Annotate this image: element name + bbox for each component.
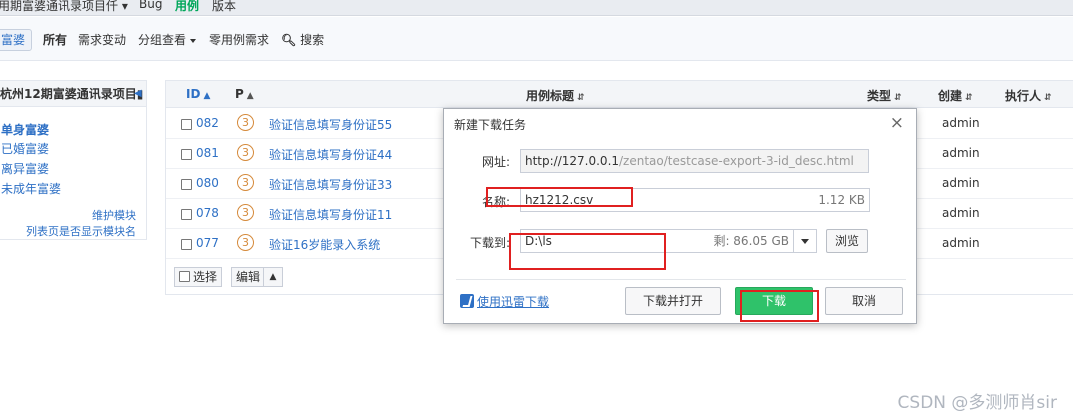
row-id[interactable]: 077 xyxy=(196,236,219,250)
module-tree-panel: 杭州12期富婆通讯录项目▮ ◀ 单身富婆 已婚富婆 离异富婆 未成年富婆 维护模… xyxy=(0,80,147,240)
nav-testcase[interactable]: 用例 xyxy=(175,0,199,14)
browse-button[interactable]: 浏览 xyxy=(826,229,868,253)
row-creator: admin xyxy=(942,176,980,190)
thunder-icon xyxy=(460,294,474,308)
row-checkbox[interactable] xyxy=(181,209,192,220)
sort-icon: ⇵ xyxy=(894,93,902,103)
breadcrumb[interactable]: 富婆 xyxy=(0,29,33,51)
nav-bug[interactable]: Bug xyxy=(139,0,162,11)
select-all-button[interactable]: 选择 xyxy=(174,267,223,287)
col-executor[interactable]: 执行人 ⇵ xyxy=(1005,87,1052,104)
filter-zero-case[interactable]: 零用例需求 xyxy=(209,31,269,48)
download-and-open-button[interactable]: 下载并打开 xyxy=(625,287,721,315)
thunder-label: 使用迅雷下载 xyxy=(477,295,550,309)
module-item-minor[interactable]: 未成年富婆 xyxy=(1,180,61,197)
batch-more-button[interactable]: ▲ xyxy=(263,267,283,287)
priority-badge: 3 xyxy=(237,144,254,161)
close-icon[interactable]: × xyxy=(890,113,904,133)
file-size: 1.12 KB xyxy=(818,193,865,207)
filter-all[interactable]: 所有 xyxy=(43,31,67,48)
row-creator: admin xyxy=(942,116,980,130)
row-creator: admin xyxy=(942,236,980,250)
sort-icon: ⇵ xyxy=(965,93,973,103)
watermark: CSDN @多测师肖sir xyxy=(897,393,1057,413)
select-all-checkbox xyxy=(179,271,190,282)
annotation-box-path xyxy=(509,233,666,270)
thunder-download-link[interactable]: 使用迅雷下载 xyxy=(460,293,549,310)
priority-badge: 3 xyxy=(237,114,254,131)
module-item-divorced[interactable]: 离异富婆 xyxy=(1,160,49,177)
row-id[interactable]: 078 xyxy=(196,206,219,220)
maintain-module-link[interactable]: 维护模块 xyxy=(92,207,136,223)
row-creator: admin xyxy=(942,206,980,220)
col-executor-label: 执行人 xyxy=(1005,89,1042,103)
row-id[interactable]: 081 xyxy=(196,146,219,160)
row-title-link[interactable]: 验证16岁能录入系统 xyxy=(269,236,380,253)
col-title-label: 用例标题 xyxy=(526,89,575,103)
batch-edit-button[interactable]: 编辑 xyxy=(231,267,266,287)
row-id[interactable]: 082 xyxy=(196,116,219,130)
download-dialog: 新建下载任务 × 网址: http://127.0.0.1/zentao/tes… xyxy=(443,108,917,324)
nav-version[interactable]: 版本 xyxy=(212,0,236,14)
sort-icon: ⇵ xyxy=(577,93,585,103)
save-to-label: 下载到: xyxy=(469,236,510,250)
priority-badge: 3 xyxy=(237,174,254,191)
module-item-married[interactable]: 已婚富婆 xyxy=(1,140,49,157)
row-checkbox[interactable] xyxy=(181,239,192,250)
sort-asc-icon: ▲ xyxy=(203,91,211,101)
search-icon: 🔍︎ xyxy=(281,33,297,47)
sub-toolbar: 富婆 所有 需求变动 分组查看 零用例需求 🔍︎ 搜索 xyxy=(0,17,1073,61)
row-creator: admin xyxy=(942,146,980,160)
search-button[interactable]: 🔍︎ 搜索 xyxy=(281,31,324,48)
group-view-dropdown[interactable]: 分组查看 xyxy=(138,31,197,48)
col-id[interactable]: ID ▲ xyxy=(186,87,210,101)
row-checkbox[interactable] xyxy=(181,149,192,160)
priority-badge: 3 xyxy=(237,234,254,251)
col-type[interactable]: 类型 ⇵ xyxy=(867,87,902,104)
col-title[interactable]: 用例标题 ⇵ xyxy=(526,87,585,104)
dialog-title: 新建下载任务 xyxy=(454,118,527,132)
col-priority-label: P xyxy=(235,87,244,101)
free-space: 剩: 86.05 GB xyxy=(713,234,789,248)
dialog-divider xyxy=(456,279,906,280)
select-all-label: 选择 xyxy=(193,270,218,284)
col-creator[interactable]: 创建 ⇵ xyxy=(938,87,973,104)
chevron-down-icon xyxy=(190,38,197,43)
collapse-left-icon[interactable]: ◀ xyxy=(134,88,144,100)
caret-up-icon: ▲ xyxy=(269,272,277,282)
priority-badge: 3 xyxy=(237,204,254,221)
group-view-label: 分组查看 xyxy=(138,33,187,47)
col-id-label: ID xyxy=(186,87,201,101)
top-nav: 用期富婆通讯录项目仟 ▾ Bug 用例 版本 xyxy=(0,0,1073,16)
cancel-button[interactable]: 取消 xyxy=(825,287,903,315)
col-type-label: 类型 xyxy=(867,89,892,103)
module-item-single[interactable]: 单身富婆 xyxy=(1,121,49,138)
search-label: 搜索 xyxy=(300,33,325,47)
row-title-link[interactable]: 验证信息填写身份证11 xyxy=(269,206,392,223)
show-module-name-link[interactable]: 列表页是否显示模块名 xyxy=(26,223,136,239)
url-host: http://127.0.0.1 xyxy=(525,154,620,168)
col-creator-label: 创建 xyxy=(938,89,963,103)
url-field: http://127.0.0.1/zentao/testcase-export-… xyxy=(520,149,869,173)
annotation-box-download xyxy=(740,290,819,322)
annotation-box-name xyxy=(486,187,633,207)
row-title-link[interactable]: 验证信息填写身份证55 xyxy=(269,116,392,133)
row-id[interactable]: 080 xyxy=(196,176,219,190)
sort-icon: ▲︎ xyxy=(246,91,254,101)
filter-demand-change[interactable]: 需求变动 xyxy=(78,31,126,48)
project-switcher[interactable]: 用期富婆通讯录项目仟 ▾ xyxy=(0,0,128,14)
row-title-link[interactable]: 验证信息填写身份证44 xyxy=(269,146,392,163)
row-checkbox[interactable] xyxy=(181,179,192,190)
col-priority[interactable]: P ▲︎ xyxy=(235,87,254,101)
row-checkbox[interactable] xyxy=(181,119,192,130)
row-title-link[interactable]: 验证信息填写身份证33 xyxy=(269,176,392,193)
url-path: /zentao/testcase-export-3-id_desc.html xyxy=(619,154,854,168)
module-tree-title: 杭州12期富婆通讯录项目▮ xyxy=(0,81,146,107)
sort-icon: ⇵ xyxy=(1044,93,1052,103)
table-header: ID ▲ P ▲︎ 用例标题 ⇵ 类型 ⇵ 创建 ⇵ 执行人 ⇵ xyxy=(166,81,1073,108)
url-label: 网址: xyxy=(481,155,510,169)
save-path-dropdown[interactable] xyxy=(793,229,817,253)
